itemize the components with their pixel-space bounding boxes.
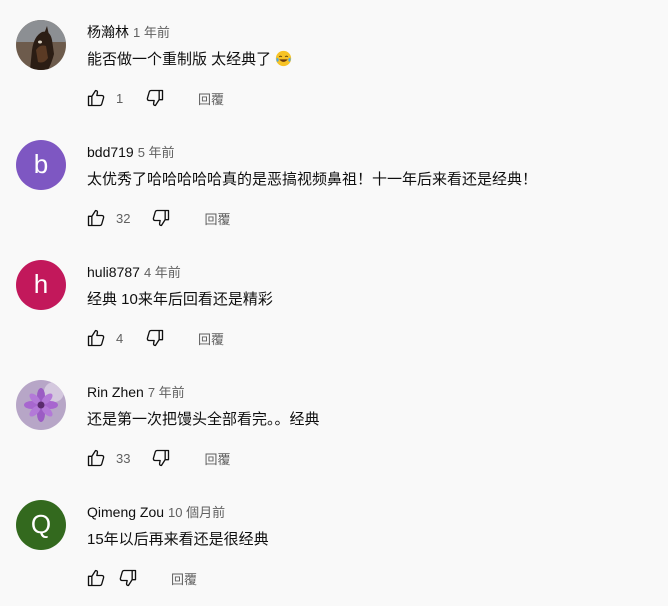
thumb-down-icon: [146, 329, 164, 347]
comment-time[interactable]: 4 年前: [144, 265, 181, 280]
comment-header: huli8787 4 年前: [87, 262, 181, 281]
thumb-down-icon: [153, 449, 170, 467]
avatar-letter: Q: [30, 509, 52, 539]
thumb-up-icon: [87, 449, 105, 467]
comment-time[interactable]: 7 年前: [148, 385, 185, 400]
reply-button[interactable]: 回覆: [198, 89, 224, 108]
comment-thread: 杨瀚林 1 年前 能否做一个重制版 太经典了 1 回覆: [0, 0, 668, 120]
like-button[interactable]: [85, 567, 107, 589]
comment-time[interactable]: 1 年前: [133, 25, 170, 40]
like-button[interactable]: [85, 447, 107, 469]
comment-actions: 1 回覆: [85, 86, 224, 110]
comment-text: 经典 10来年后回看还是精彩: [87, 288, 273, 309]
like-count: 32: [116, 210, 131, 226]
avatar-letter: b: [33, 149, 49, 179]
thumb-up-icon: [87, 569, 105, 587]
avatar[interactable]: [16, 20, 66, 70]
comment-body: 15年以后再来看还是很经典: [87, 531, 269, 548]
avatar[interactable]: b: [16, 140, 66, 190]
comment-author[interactable]: Qimeng Zou: [87, 504, 164, 520]
like-button[interactable]: [85, 327, 107, 349]
reply-button[interactable]: 回覆: [204, 209, 230, 228]
dislike-button[interactable]: [150, 207, 172, 229]
comment-time[interactable]: 10 個月前: [168, 505, 225, 520]
dislike-button[interactable]: [144, 327, 166, 349]
comment-time[interactable]: 5 年前: [138, 145, 175, 160]
comment-text: 太优秀了哈哈哈哈哈真的是恶搞视频鼻祖！十一年后来看还是经典！: [87, 168, 537, 189]
comment-actions: 4 回覆: [85, 326, 224, 350]
like-button[interactable]: [85, 207, 107, 229]
comment-body: 能否做一个重制版 太经典了: [87, 51, 272, 68]
comment-text: 15年以后再来看还是很经典: [87, 528, 269, 549]
dislike-button[interactable]: [150, 447, 172, 469]
comment-thread: b bdd719 5 年前 太优秀了哈哈哈哈哈真的是恶搞视频鼻祖！十一年后来看还是…: [0, 120, 668, 240]
avatar-letter: h: [33, 269, 49, 299]
reply-button[interactable]: 回覆: [198, 329, 224, 348]
thumb-up-icon: [87, 89, 105, 107]
comment-actions: 回覆: [85, 566, 197, 590]
dislike-button[interactable]: [117, 567, 139, 589]
comment-header: bdd719 5 年前: [87, 142, 175, 161]
comment-text: 能否做一个重制版 太经典了: [87, 48, 292, 69]
thumb-down-icon: [146, 89, 164, 107]
comment-author[interactable]: 杨瀚林: [87, 24, 129, 40]
horse-avatar-image: [16, 20, 66, 70]
comment-actions: 33 回覆: [85, 446, 230, 470]
like-count: 1: [116, 90, 124, 106]
thumb-down-icon: [153, 209, 170, 227]
reply-button[interactable]: 回覆: [171, 569, 197, 588]
comment-header: Rin Zhen 7 年前: [87, 382, 185, 401]
tears-of-joy-emoji-icon: [276, 50, 292, 67]
comment-thread: Rin Zhen 7 年前 还是第一次把馒头全部看完。。经典 33 回覆: [0, 360, 668, 480]
comment-thread: h huli8787 4 年前 经典 10来年后回看还是精彩 4 回覆: [0, 240, 668, 360]
comment-author[interactable]: huli8787: [87, 264, 140, 280]
comment-body: 还是第一次把馒头全部看完。。经典: [87, 411, 320, 428]
comment-text: 还是第一次把馒头全部看完。。经典: [87, 408, 320, 429]
dislike-button[interactable]: [144, 87, 166, 109]
like-button[interactable]: [85, 87, 107, 109]
comments-section: 杨瀚林 1 年前 能否做一个重制版 太经典了 1 回覆 b bdd719 5 年…: [0, 0, 668, 606]
comment-thread: Q Qimeng Zou 10 個月前 15年以后再来看还是很经典 回覆: [0, 480, 668, 600]
comment-author[interactable]: Rin Zhen: [87, 384, 144, 400]
thumb-up-icon: [87, 209, 105, 227]
reply-button[interactable]: 回覆: [204, 449, 230, 468]
avatar[interactable]: h: [16, 260, 66, 310]
thumb-up-icon: [87, 329, 105, 347]
flower-avatar-image: [16, 380, 66, 430]
comment-actions: 32 回覆: [85, 206, 230, 230]
avatar[interactable]: [16, 380, 66, 430]
comment-author[interactable]: bdd719: [87, 144, 134, 160]
comment-body: 太优秀了哈哈哈哈哈真的是恶搞视频鼻祖！十一年后来看还是经典！: [87, 171, 538, 188]
avatar[interactable]: Q: [16, 500, 66, 550]
comment-body: 经典 10来年后回看还是精彩: [87, 291, 273, 308]
comment-header: 杨瀚林 1 年前: [87, 22, 170, 42]
like-count: 4: [116, 330, 124, 346]
like-count: 33: [116, 450, 131, 466]
thumb-down-icon: [119, 569, 137, 587]
comment-header: Qimeng Zou 10 個月前: [87, 502, 225, 521]
